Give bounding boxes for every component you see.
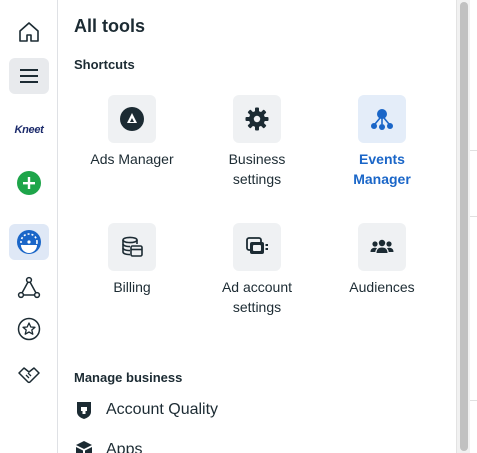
cube-icon bbox=[74, 440, 94, 453]
dashboard-button[interactable] bbox=[9, 224, 49, 260]
home-button[interactable] bbox=[9, 14, 49, 50]
gear-icon bbox=[245, 107, 269, 131]
brand-logo[interactable]: Kneet bbox=[9, 124, 49, 142]
manage-item-label: Apps bbox=[106, 441, 143, 453]
panel-title: All tools bbox=[74, 16, 145, 36]
shortcut-billing[interactable]: Billing bbox=[72, 223, 192, 297]
ad-account-settings-icon-tile bbox=[233, 223, 281, 271]
events-manager-icon bbox=[371, 109, 393, 130]
audiences-icon-tile bbox=[358, 223, 406, 271]
background-divider bbox=[470, 150, 477, 151]
add-icon bbox=[17, 171, 41, 195]
create-button[interactable] bbox=[9, 165, 49, 201]
billing-icon bbox=[122, 236, 143, 257]
ad-account-settings-icon bbox=[246, 237, 268, 254]
shortcut-label: Ad account settings bbox=[221, 279, 293, 315]
background-divider bbox=[470, 400, 477, 401]
shortcut-label: Billing bbox=[113, 279, 151, 295]
background-page-edge bbox=[470, 0, 477, 453]
star-badge-icon bbox=[17, 317, 41, 341]
home-icon bbox=[19, 22, 39, 42]
ads-manager-icon-tile bbox=[108, 95, 156, 143]
handshake-icon bbox=[18, 367, 40, 384]
shortcuts-heading: Shortcuts bbox=[74, 57, 135, 72]
shortcut-events-manager[interactable]: Events Manager bbox=[322, 95, 442, 189]
ads-manager-icon bbox=[120, 107, 144, 131]
left-icon-rail: Kneet bbox=[0, 0, 58, 453]
events-manager-icon-tile bbox=[358, 95, 406, 143]
shortcut-ads-manager[interactable]: Ads Manager bbox=[72, 95, 192, 169]
audiences-icon bbox=[370, 239, 394, 253]
manage-item-apps[interactable]: Apps bbox=[74, 440, 142, 453]
quality-button[interactable] bbox=[9, 311, 49, 347]
scrollbar-thumb[interactable] bbox=[460, 2, 468, 451]
background-divider bbox=[470, 216, 477, 217]
shortcut-label: Audiences bbox=[349, 279, 415, 295]
all-tools-menu-button[interactable] bbox=[9, 58, 49, 94]
partners-button[interactable] bbox=[9, 357, 49, 393]
manage-item-label: Account Quality bbox=[106, 401, 219, 418]
shield-icon bbox=[74, 400, 94, 420]
all-tools-panel: All tools Shortcuts Ads Manager Business… bbox=[58, 0, 456, 453]
shortcut-ad-account-settings[interactable]: Ad account settings bbox=[197, 223, 317, 317]
panel-scrollbar[interactable] bbox=[456, 0, 470, 453]
shortcut-audiences[interactable]: Audiences bbox=[322, 223, 442, 297]
network-icon bbox=[17, 276, 41, 299]
shortcut-label: Events Manager bbox=[353, 151, 411, 187]
dashboard-icon bbox=[17, 230, 41, 254]
manage-business-heading: Manage business bbox=[74, 370, 183, 385]
shortcut-label: Business settings bbox=[228, 151, 286, 187]
menu-icon bbox=[20, 69, 38, 83]
billing-icon-tile bbox=[108, 223, 156, 271]
shortcut-label: Ads Manager bbox=[90, 151, 174, 167]
manage-item-account-quality[interactable]: Account Quality bbox=[74, 400, 218, 420]
network-button[interactable] bbox=[9, 270, 49, 306]
shortcut-business-settings[interactable]: Business settings bbox=[197, 95, 317, 189]
business-settings-icon-tile bbox=[233, 95, 281, 143]
